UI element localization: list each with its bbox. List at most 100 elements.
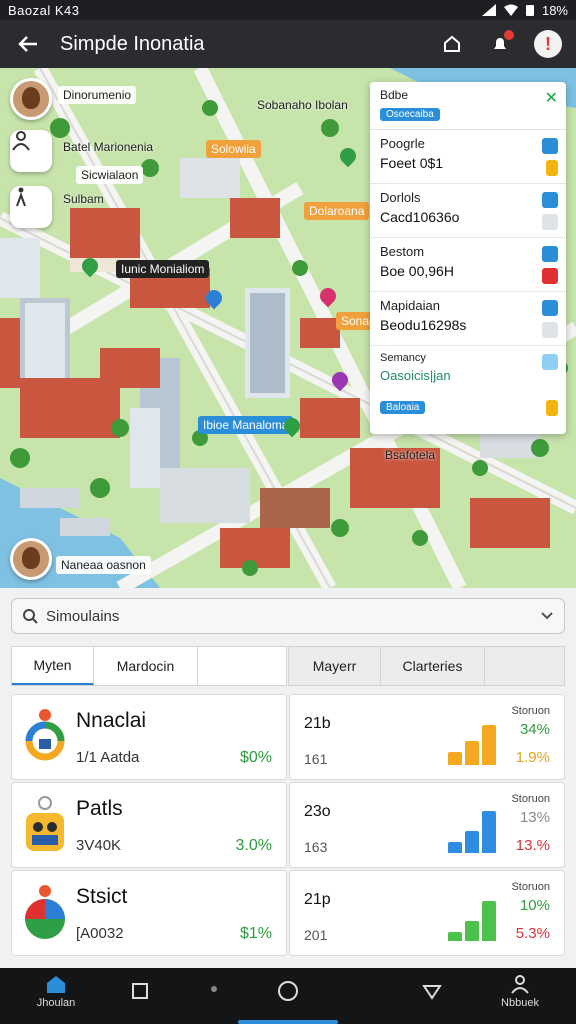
donut-chart-icon bbox=[25, 709, 65, 761]
trend-up-icon bbox=[546, 400, 558, 416]
back-button[interactable] bbox=[10, 26, 46, 62]
map-label[interactable]: Naneaa oasnon bbox=[56, 556, 151, 574]
map-label[interactable]: Dolaroana bbox=[304, 202, 370, 220]
stats-card[interactable]: 21p 201 Storuon 10% 5.3% bbox=[289, 870, 565, 956]
info-panel-chip[interactable]: Osoecaiba bbox=[380, 108, 440, 121]
stats-percent-2: 5.3% bbox=[515, 925, 550, 942]
tab-myten[interactable]: Myten bbox=[12, 647, 94, 685]
share-icon[interactable] bbox=[542, 138, 558, 154]
info-row-value: Beodu16298s bbox=[380, 317, 467, 333]
tab-clarteries[interactable]: Clarteries bbox=[381, 647, 485, 685]
info-row-chip[interactable]: Baloaia bbox=[380, 401, 426, 414]
card-percent: 3.0% bbox=[235, 837, 272, 854]
flag-icon[interactable] bbox=[542, 268, 558, 284]
stats-primary: 21p bbox=[304, 891, 331, 908]
refresh-icon[interactable] bbox=[542, 322, 558, 338]
map-label[interactable]: Batel Marionenia bbox=[58, 138, 158, 156]
map-label[interactable]: Bsafotela bbox=[380, 446, 440, 464]
nav-home-label: Jhoulan bbox=[36, 997, 76, 1009]
bottom-sheet: Simoulains Myten Mardocin Mayerr Clarter… bbox=[0, 588, 576, 968]
info-row-key: Mapidaian bbox=[380, 298, 440, 313]
search-input[interactable]: Simoulains bbox=[11, 598, 565, 634]
chevron-down-icon[interactable] bbox=[540, 611, 554, 621]
alert-button[interactable]: ! bbox=[530, 26, 566, 62]
category-card[interactable]: Stsict [A0032 $1% bbox=[11, 870, 287, 956]
info-row-key: Bestom bbox=[380, 244, 425, 259]
dot-icon bbox=[211, 986, 217, 992]
mini-bar bbox=[448, 932, 462, 941]
stats-percent-1: 34% bbox=[519, 721, 550, 738]
mini-bar bbox=[448, 752, 462, 765]
stats-percent-1: 13% bbox=[519, 809, 550, 826]
stats-label: Storuon bbox=[511, 881, 550, 893]
category-card[interactable]: Patls 3V40K 3.0% bbox=[11, 782, 287, 868]
close-icon[interactable]: ✕ bbox=[545, 88, 558, 108]
info-row[interactable]: Dorlols Cacd10636o bbox=[370, 184, 566, 238]
check-circle-icon[interactable] bbox=[542, 214, 558, 230]
tab-mardocin[interactable]: Mardocin bbox=[94, 647, 198, 685]
map-label[interactable]: Iunic Monialiom bbox=[116, 260, 210, 278]
info-row[interactable]: Semancy Oasoicis|jan Baloaia bbox=[370, 346, 566, 434]
alert-icon: ! bbox=[534, 30, 562, 58]
stats-primary: 21b bbox=[304, 715, 331, 732]
stats-secondary: 163 bbox=[304, 839, 328, 855]
map-label[interactable]: Dinorumenio bbox=[58, 86, 137, 104]
square-icon bbox=[132, 983, 148, 999]
tab-empty[interactable] bbox=[485, 647, 564, 685]
profile-avatar[interactable] bbox=[10, 78, 52, 120]
battery-text: 18% bbox=[541, 2, 568, 18]
nav-back[interactable] bbox=[402, 982, 462, 1003]
stats-card[interactable]: 23o 163 Storuon 13% 13.% bbox=[289, 782, 565, 868]
mini-bar bbox=[465, 921, 479, 941]
battery-icon bbox=[525, 5, 534, 16]
calendar-icon[interactable] bbox=[542, 246, 558, 262]
status-text: Baozal K43 bbox=[8, 2, 80, 18]
settings-icon[interactable] bbox=[542, 300, 558, 316]
home-indicator bbox=[238, 1020, 338, 1024]
map-label[interactable]: Sobanaho Ibolan bbox=[252, 96, 353, 114]
card-percent: $1% bbox=[239, 925, 272, 942]
status-bar: Baozal K43 18% bbox=[0, 0, 576, 20]
mini-bar bbox=[465, 831, 479, 853]
tab-mayerr[interactable]: Mayerr bbox=[289, 647, 381, 685]
info-row-key: Semancy bbox=[380, 352, 426, 364]
mini-bar-chart bbox=[448, 901, 496, 941]
notifications-button[interactable] bbox=[482, 26, 518, 62]
mini-bar-chart bbox=[448, 725, 496, 765]
map-label[interactable]: Sicwialaon bbox=[76, 166, 144, 184]
user-location-button[interactable] bbox=[10, 130, 52, 172]
home-map-button[interactable] bbox=[434, 26, 470, 62]
info-row[interactable]: Poogrle Foeet 0$1 bbox=[370, 130, 566, 184]
nav-home-circle[interactable] bbox=[258, 980, 318, 1005]
info-row-key: Dorlols bbox=[380, 190, 421, 205]
tab-empty[interactable] bbox=[198, 647, 286, 685]
info-panel-header: Bdbe Osoecaiba ✕ bbox=[370, 82, 566, 130]
signal-icon bbox=[481, 4, 496, 16]
map-label[interactable]: Solowiia bbox=[206, 140, 261, 158]
card-title: Nnaclai bbox=[76, 709, 147, 732]
mail-icon[interactable] bbox=[542, 192, 558, 208]
info-row[interactable]: Mapidaian Beodu16298s bbox=[370, 292, 566, 346]
friend-avatar[interactable] bbox=[10, 538, 52, 580]
card-percent: $0% bbox=[239, 749, 272, 766]
map-label[interactable]: Sulbam bbox=[58, 190, 109, 208]
mini-bar bbox=[482, 725, 496, 765]
info-row-value: Oasoicis|jan bbox=[380, 368, 451, 383]
stats-percent-2: 13.% bbox=[515, 837, 550, 854]
arrow-left-icon bbox=[18, 36, 37, 52]
nav-home[interactable]: Jhoulan bbox=[26, 974, 86, 1009]
map-label[interactable]: Ibioe Manaloma bbox=[198, 416, 294, 434]
wifi-icon bbox=[503, 4, 518, 16]
nav-recents[interactable] bbox=[110, 982, 170, 1003]
tab-bar-left: Myten Mardocin bbox=[11, 646, 287, 686]
category-card[interactable]: Nnaclai 1/1 Aatda $0% bbox=[11, 694, 287, 780]
accessibility-button[interactable] bbox=[10, 186, 52, 228]
card-title: Stsict bbox=[76, 885, 128, 908]
stats-label: Storuon bbox=[511, 705, 550, 717]
app-bar: Simpde Inonatia ! bbox=[0, 20, 576, 68]
nav-profile[interactable]: Nbbuek bbox=[490, 974, 550, 1009]
shuffle-icon[interactable] bbox=[542, 354, 558, 370]
pie-chart-icon bbox=[25, 885, 65, 939]
info-row[interactable]: Bestom Boe 00,96H bbox=[370, 238, 566, 292]
stats-card[interactable]: 21b 161 Storuon 34% 1.9% bbox=[289, 694, 565, 780]
